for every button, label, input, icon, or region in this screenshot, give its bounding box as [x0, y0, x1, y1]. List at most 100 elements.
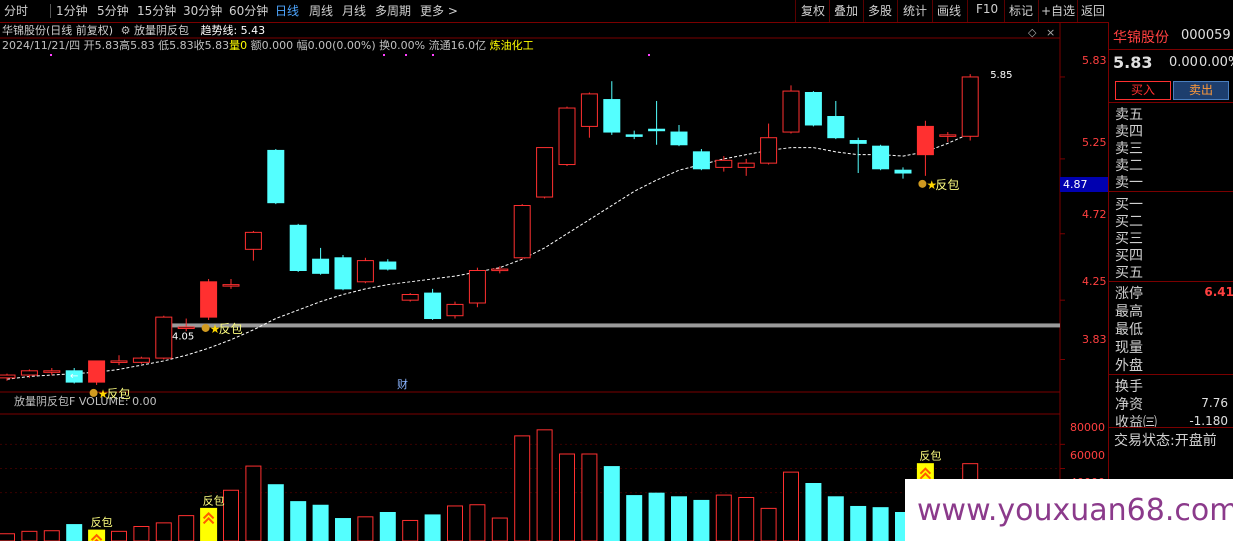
- candle-body: [0, 374, 16, 379]
- tab-multi-period[interactable]: 多周期: [375, 2, 411, 19]
- candle: [849, 137, 867, 174]
- candle: [648, 100, 666, 145]
- volume-bar: [626, 495, 643, 541]
- candle: [782, 85, 800, 134]
- candle-body: [446, 303, 464, 317]
- mark-button[interactable]: 标记: [1009, 2, 1033, 19]
- volume-bar: [559, 453, 575, 541]
- coin-icon: [201, 323, 210, 332]
- reversal-label: 反包: [219, 322, 243, 336]
- divider: [932, 0, 933, 22]
- volume-bar: [536, 429, 553, 541]
- trend-line: [6, 133, 971, 380]
- bid-level-5: 买五: [1115, 265, 1143, 281]
- candle-body: [132, 357, 150, 363]
- candle: [110, 355, 128, 366]
- tab-monthly[interactable]: 月线: [342, 2, 366, 19]
- finance-marker: 财: [397, 377, 408, 391]
- coin-icon: [918, 179, 927, 188]
- volume-axis-label: 60000: [1070, 449, 1105, 462]
- volume-bar: [21, 530, 38, 541]
- volume-bar: [402, 519, 419, 541]
- volume-bar: [133, 526, 150, 541]
- candle-body: [110, 360, 128, 363]
- candle: [289, 223, 307, 272]
- eps-value: -1.180: [1189, 414, 1228, 428]
- volume-bar: [335, 518, 351, 541]
- candle-body: [244, 231, 262, 250]
- back-button[interactable]: 返回: [1081, 2, 1105, 19]
- kline-chart[interactable]: ★反包反包★反包反包★反包反包4.055.85财←◇ ×: [0, 22, 1108, 541]
- price-change: 0.00: [1169, 55, 1198, 70]
- candle-body: [670, 131, 688, 146]
- draw-line-button[interactable]: 画线: [937, 2, 961, 19]
- support-line: [170, 323, 1060, 328]
- adjust-button[interactable]: 复权: [801, 2, 825, 19]
- close-icon: ×: [1046, 26, 1055, 39]
- candle-body: [312, 258, 330, 274]
- volume-bar: [379, 512, 396, 541]
- tab-intraday[interactable]: 分时: [4, 2, 28, 19]
- tab-weekly[interactable]: 周线: [309, 2, 333, 19]
- candle-body: [580, 93, 598, 127]
- volume-bar: [223, 489, 239, 541]
- tab-more[interactable]: 更多 >: [420, 2, 458, 19]
- reversal-volume-label: 反包: [203, 494, 225, 507]
- candle: [670, 124, 688, 147]
- quote-panel: 华锦股份 000059 5.83 0.00 0.00% 买入 卖出 卖五 卖四 …: [1108, 22, 1233, 541]
- candle: [312, 247, 330, 275]
- watermark-text: www.youxuan68.com: [917, 493, 1233, 528]
- volume-bar: [805, 483, 822, 541]
- candle: [513, 204, 531, 260]
- add-watchlist-button[interactable]: +自选: [1041, 2, 1075, 19]
- candle-body: [894, 169, 912, 174]
- reversal-volume-label: 反包: [919, 450, 941, 463]
- candle-body: [20, 370, 38, 376]
- statistics-button[interactable]: 统计: [903, 2, 927, 19]
- divider: [967, 0, 968, 22]
- volume-bar: [312, 504, 329, 541]
- candle-body: [603, 99, 621, 133]
- tab-60min[interactable]: 60分钟: [229, 2, 268, 19]
- buy-button[interactable]: 买入: [1115, 81, 1171, 100]
- candle: [267, 149, 285, 205]
- divider: [795, 0, 796, 22]
- candle: [961, 74, 979, 141]
- multi-stock-button[interactable]: 多股: [868, 2, 892, 19]
- limit-up-value: 6.41: [1204, 285, 1233, 299]
- candle: [715, 156, 733, 172]
- f10-button[interactable]: F10: [976, 2, 998, 16]
- tab-5min[interactable]: 5分钟: [97, 2, 129, 19]
- candle-body: [849, 140, 867, 144]
- candle: [244, 230, 262, 261]
- candle: [872, 144, 890, 171]
- volume-bar: [760, 507, 777, 541]
- tab-daily[interactable]: 日线: [275, 2, 299, 19]
- candle: [20, 369, 38, 378]
- candle: [379, 259, 397, 271]
- candle-body: [43, 370, 61, 373]
- stock-code: 000059: [1181, 28, 1231, 43]
- volume-bar: [581, 453, 598, 541]
- tab-15min[interactable]: 15分钟: [137, 2, 176, 19]
- volume-bar: [43, 530, 60, 541]
- overlay-button[interactable]: 叠加: [834, 2, 858, 19]
- volume-bar: [469, 504, 486, 541]
- low-label: 最低: [1115, 322, 1143, 338]
- candle-body: [737, 162, 755, 168]
- volume-bar: [0, 533, 15, 541]
- divider: [1004, 0, 1005, 22]
- watermark: www.youxuan68.com: [905, 479, 1233, 541]
- candle: [424, 288, 442, 320]
- candle: [625, 130, 643, 140]
- divider: [829, 0, 830, 22]
- reversal-volume-label: 反包: [91, 516, 113, 529]
- candle-body: [356, 260, 374, 283]
- volume-bar: [850, 505, 867, 541]
- candle-body: [872, 145, 890, 170]
- candle-body: [334, 257, 352, 290]
- tab-30min[interactable]: 30分钟: [183, 2, 222, 19]
- tab-1min[interactable]: 1分钟: [56, 2, 88, 19]
- candle-body: [827, 116, 845, 139]
- sell-button[interactable]: 卖出: [1173, 81, 1229, 100]
